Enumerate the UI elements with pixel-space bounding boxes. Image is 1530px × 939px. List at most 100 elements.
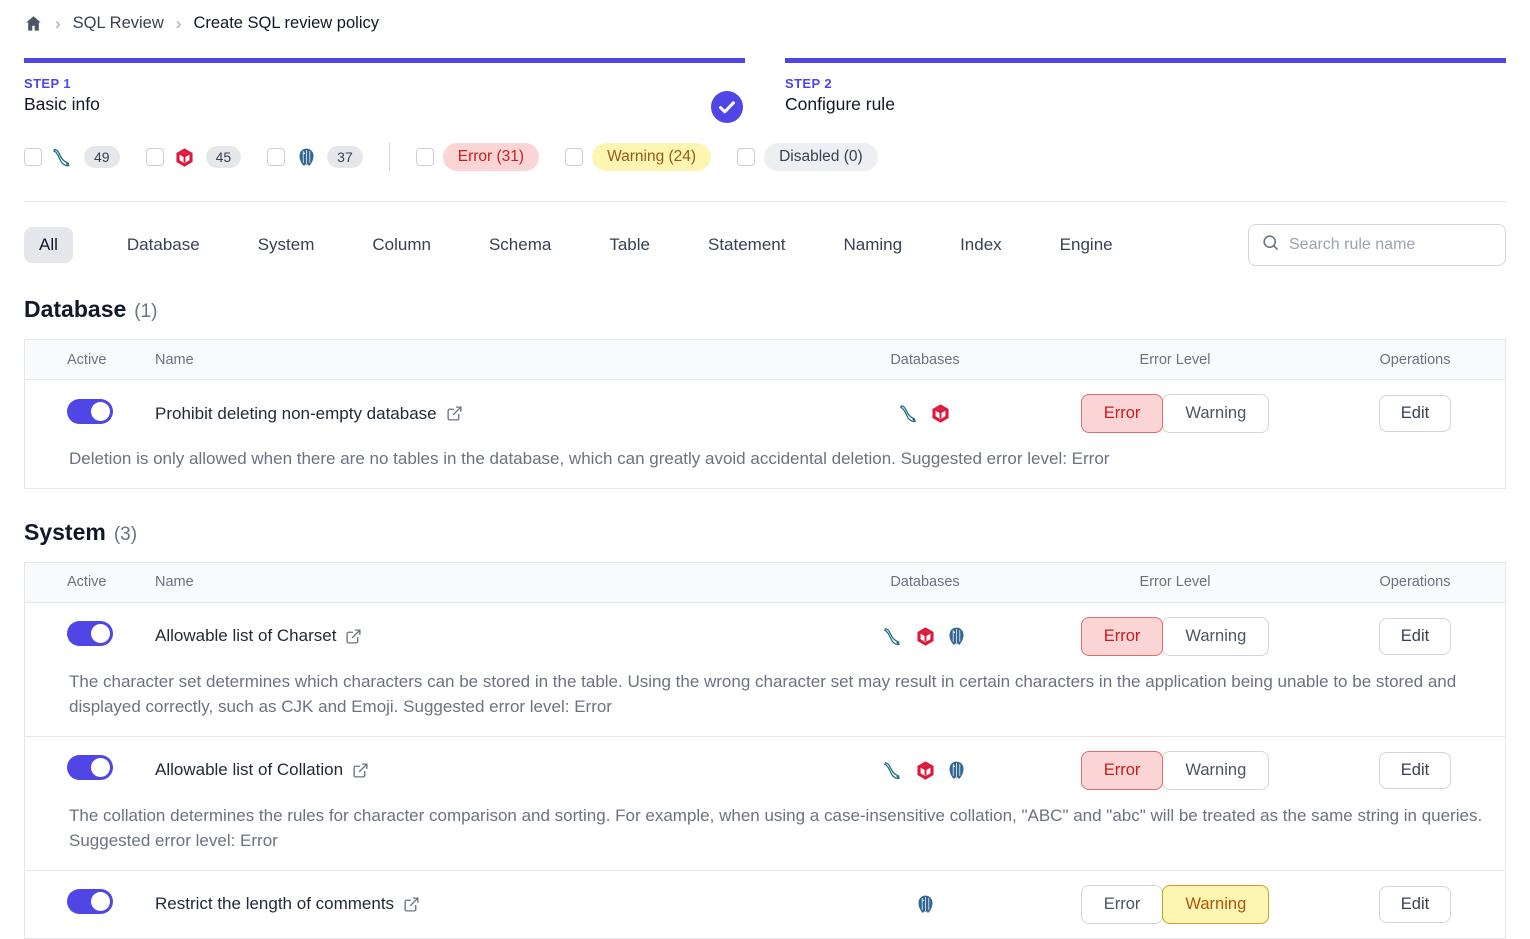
- error-level-button[interactable]: Error: [1081, 885, 1164, 924]
- tab-engine[interactable]: Engine: [1056, 227, 1117, 263]
- tab-schema[interactable]: Schema: [485, 227, 555, 263]
- step-completed-check-icon: [711, 91, 743, 123]
- engine-filter[interactable]: 45: [146, 145, 242, 169]
- mysql-icon: [51, 145, 75, 169]
- rule-description: The collation determines the rules for c…: [25, 804, 1505, 870]
- step: STEP 2 Configure rule: [785, 58, 1506, 115]
- search-input[interactable]: [1289, 236, 1493, 254]
- level-filter-pill: Error (31): [443, 143, 539, 171]
- sql-review-page: › SQL Review › Create SQL review policy …: [0, 0, 1530, 939]
- warning-filter[interactable]: Warning (24): [565, 143, 711, 171]
- tidb-icon: [914, 625, 936, 647]
- rule-name: Restrict the length of comments: [155, 894, 394, 914]
- external-link-icon[interactable]: [446, 405, 463, 422]
- disabled-filter[interactable]: Disabled (0): [737, 143, 878, 171]
- active-toggle[interactable]: [67, 621, 113, 646]
- engine-filter-checkbox[interactable]: [267, 148, 285, 166]
- filter-divider: [389, 143, 390, 171]
- error-level-selector: Error Warning: [1025, 394, 1325, 433]
- engine-rule-count: 45: [206, 146, 242, 168]
- external-link-icon[interactable]: [352, 762, 369, 779]
- postgres-icon: [945, 625, 967, 647]
- table-row: Restrict the length of comments Error Wa…: [25, 870, 1505, 938]
- edit-button[interactable]: Edit: [1379, 618, 1451, 655]
- edit-button[interactable]: Edit: [1379, 395, 1451, 432]
- level-filter-checkbox[interactable]: [416, 148, 434, 166]
- table-header: ActiveNameDatabasesError LevelOperations: [25, 340, 1505, 380]
- rule-databases: [825, 625, 1025, 647]
- error-filter[interactable]: Error (31): [416, 143, 539, 171]
- edit-button[interactable]: Edit: [1379, 886, 1451, 923]
- tab-table[interactable]: Table: [605, 227, 654, 263]
- breadcrumb-sql-review[interactable]: SQL Review: [73, 14, 164, 33]
- search-box[interactable]: [1248, 224, 1506, 266]
- rule-name: Allowable list of Charset: [155, 626, 336, 646]
- level-filter-pill: Warning (24): [592, 143, 711, 171]
- edit-button[interactable]: Edit: [1379, 752, 1451, 789]
- rule-section: System(3) ActiveNameDatabasesError Level…: [24, 519, 1506, 939]
- error-level-selector: Error Warning: [1025, 885, 1325, 924]
- rule-databases: [825, 893, 1025, 915]
- tab-system[interactable]: System: [254, 227, 319, 263]
- page-title: Create SQL review policy: [193, 14, 379, 33]
- category-tabs: All Database System Column Schema Table Statem…: [24, 227, 1117, 263]
- step: STEP 1 Basic info: [24, 58, 745, 115]
- engine-rule-count: 37: [327, 146, 363, 168]
- column-header-name: Name: [155, 352, 825, 368]
- error-level-button[interactable]: Error: [1081, 751, 1164, 790]
- breadcrumb-separator-icon: ›: [55, 15, 61, 32]
- tab-statement[interactable]: Statement: [704, 227, 790, 263]
- step-indicator: STEP 1 Basic info STEP 2 Configure rule: [24, 58, 1506, 115]
- error-level-button[interactable]: Error: [1081, 394, 1164, 433]
- filter-bar: 49 45 37 Error (31) Warning (24) Disable…: [24, 143, 1506, 202]
- warning-level-button[interactable]: Warning: [1162, 394, 1269, 433]
- column-header-operations: Operations: [1325, 352, 1505, 368]
- table-row: Allowable list of Charset Error Warning …: [25, 603, 1505, 736]
- level-filter-checkbox[interactable]: [737, 148, 755, 166]
- rule-name: Allowable list of Collation: [155, 760, 343, 780]
- active-toggle[interactable]: [67, 399, 113, 424]
- section-count: (1): [134, 301, 157, 323]
- rule-databases: [825, 403, 1025, 425]
- external-link-icon[interactable]: [403, 896, 420, 913]
- tab-index[interactable]: Index: [956, 227, 1006, 263]
- search-icon: [1261, 233, 1280, 257]
- rules-table: ActiveNameDatabasesError LevelOperations…: [24, 339, 1506, 489]
- section-title: System: [24, 519, 106, 546]
- rule-section: Database(1) ActiveNameDatabasesError Lev…: [24, 296, 1506, 489]
- engine-filter-checkbox[interactable]: [146, 148, 164, 166]
- column-header-operations: Operations: [1325, 574, 1505, 590]
- tab-naming[interactable]: Naming: [839, 227, 906, 263]
- engine-filter-checkbox[interactable]: [24, 148, 42, 166]
- warning-level-button[interactable]: Warning: [1162, 751, 1269, 790]
- breadcrumb: › SQL Review › Create SQL review policy: [24, 0, 1506, 34]
- level-filter-checkbox[interactable]: [565, 148, 583, 166]
- engine-rule-count: 49: [84, 146, 120, 168]
- external-link-icon[interactable]: [345, 628, 362, 645]
- error-level-button[interactable]: Error: [1081, 617, 1164, 656]
- tab-all[interactable]: All: [24, 227, 73, 263]
- tab-database[interactable]: Database: [123, 227, 204, 263]
- section-count: (3): [114, 524, 137, 546]
- active-toggle[interactable]: [67, 889, 113, 914]
- postgres-icon: [294, 145, 318, 169]
- engine-filter[interactable]: 37: [267, 145, 363, 169]
- error-level-selector: Error Warning: [1025, 617, 1325, 656]
- warning-level-button[interactable]: Warning: [1162, 885, 1269, 924]
- engine-filter[interactable]: 49: [24, 145, 120, 169]
- warning-level-button[interactable]: Warning: [1162, 617, 1269, 656]
- mysql-icon: [883, 625, 905, 647]
- table-row: Allowable list of Collation Error Warnin…: [25, 736, 1505, 870]
- tab-column[interactable]: Column: [368, 227, 435, 263]
- home-icon[interactable]: [24, 14, 43, 33]
- step-label: STEP 1: [24, 76, 745, 91]
- column-header-databases: Databases: [825, 574, 1025, 590]
- postgres-icon: [945, 759, 967, 781]
- rules-table: ActiveNameDatabasesError LevelOperations…: [24, 562, 1506, 939]
- active-toggle[interactable]: [67, 755, 113, 780]
- breadcrumb-separator-icon: ›: [176, 15, 182, 32]
- rule-description: Deletion is only allowed when there are …: [25, 447, 1505, 488]
- rule-sections: Database(1) ActiveNameDatabasesError Lev…: [24, 296, 1506, 939]
- rule-databases: [825, 759, 1025, 781]
- column-header-active: Active: [25, 352, 155, 368]
